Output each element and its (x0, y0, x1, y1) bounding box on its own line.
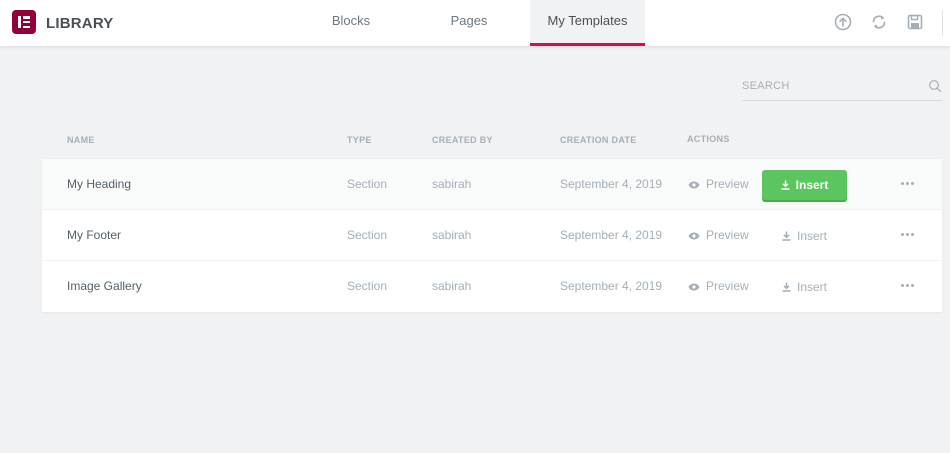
search-icon[interactable] (928, 79, 942, 93)
more-options-icon[interactable] (901, 181, 917, 187)
eye-icon (688, 283, 700, 291)
elementor-logo-icon (12, 10, 36, 34)
template-date: September 4, 2019 (560, 279, 663, 293)
table-row[interactable]: My Heading Section sabirah September 4, … (42, 159, 942, 210)
preview-label: Preview (706, 177, 749, 191)
preview-button[interactable]: Preview (688, 228, 749, 242)
template-type: Section (347, 228, 388, 242)
insert-label: Insert (796, 229, 827, 243)
column-header-type[interactable]: TYPE (347, 135, 372, 145)
preview-button[interactable]: Preview (688, 279, 749, 293)
search-box (742, 75, 942, 101)
template-date: September 4, 2019 (560, 228, 663, 242)
insert-label: Insert (796, 280, 827, 294)
table-row[interactable]: Image Gallery Section sabirah September … (42, 261, 942, 312)
table-row[interactable]: My Footer Section sabirah September 4, 2… (42, 210, 942, 261)
template-author: sabirah (432, 177, 472, 191)
tab-blocks[interactable]: Blocks (310, 0, 392, 46)
tab-pages[interactable]: Pages (428, 0, 510, 46)
more-options-icon[interactable] (901, 232, 917, 238)
preview-label: Preview (706, 279, 749, 293)
template-name: My Heading (67, 177, 132, 191)
column-header-created-by[interactable]: CREATED BY (432, 135, 493, 145)
save-icon[interactable] (905, 12, 925, 32)
eye-icon (688, 232, 700, 240)
more-options-icon[interactable] (901, 283, 917, 289)
template-date: September 4, 2019 (560, 177, 663, 191)
column-header-actions: ACTIONS (687, 134, 730, 144)
template-name: Image Gallery (67, 279, 142, 293)
search-input[interactable] (742, 75, 912, 97)
tab-my-templates[interactable]: My Templates (530, 0, 645, 46)
preview-button[interactable]: Preview (688, 177, 749, 191)
insert-button[interactable]: Insert (762, 272, 847, 302)
template-type: Section (347, 279, 388, 293)
column-header-name[interactable]: NAME (67, 135, 95, 145)
insert-label: Insert (795, 178, 829, 192)
upload-icon[interactable] (833, 12, 853, 32)
header-divider (942, 10, 943, 36)
template-author: sabirah (432, 279, 472, 293)
sync-icon[interactable] (869, 12, 889, 32)
template-name: My Footer (67, 228, 122, 242)
preview-label: Preview (706, 228, 749, 242)
library-header: LIBRARY Blocks Pages My Templates (0, 0, 950, 46)
template-type: Section (347, 177, 388, 191)
download-icon (782, 282, 791, 292)
download-icon (782, 231, 791, 241)
eye-icon (688, 181, 700, 189)
insert-button[interactable]: Insert (762, 170, 847, 200)
library-title: LIBRARY (46, 15, 114, 32)
template-author: sabirah (432, 228, 472, 242)
insert-button[interactable]: Insert (762, 221, 847, 251)
templates-table: My Heading Section sabirah September 4, … (42, 159, 942, 312)
download-icon (781, 180, 790, 190)
column-header-creation-date[interactable]: CREATION DATE (560, 135, 637, 145)
